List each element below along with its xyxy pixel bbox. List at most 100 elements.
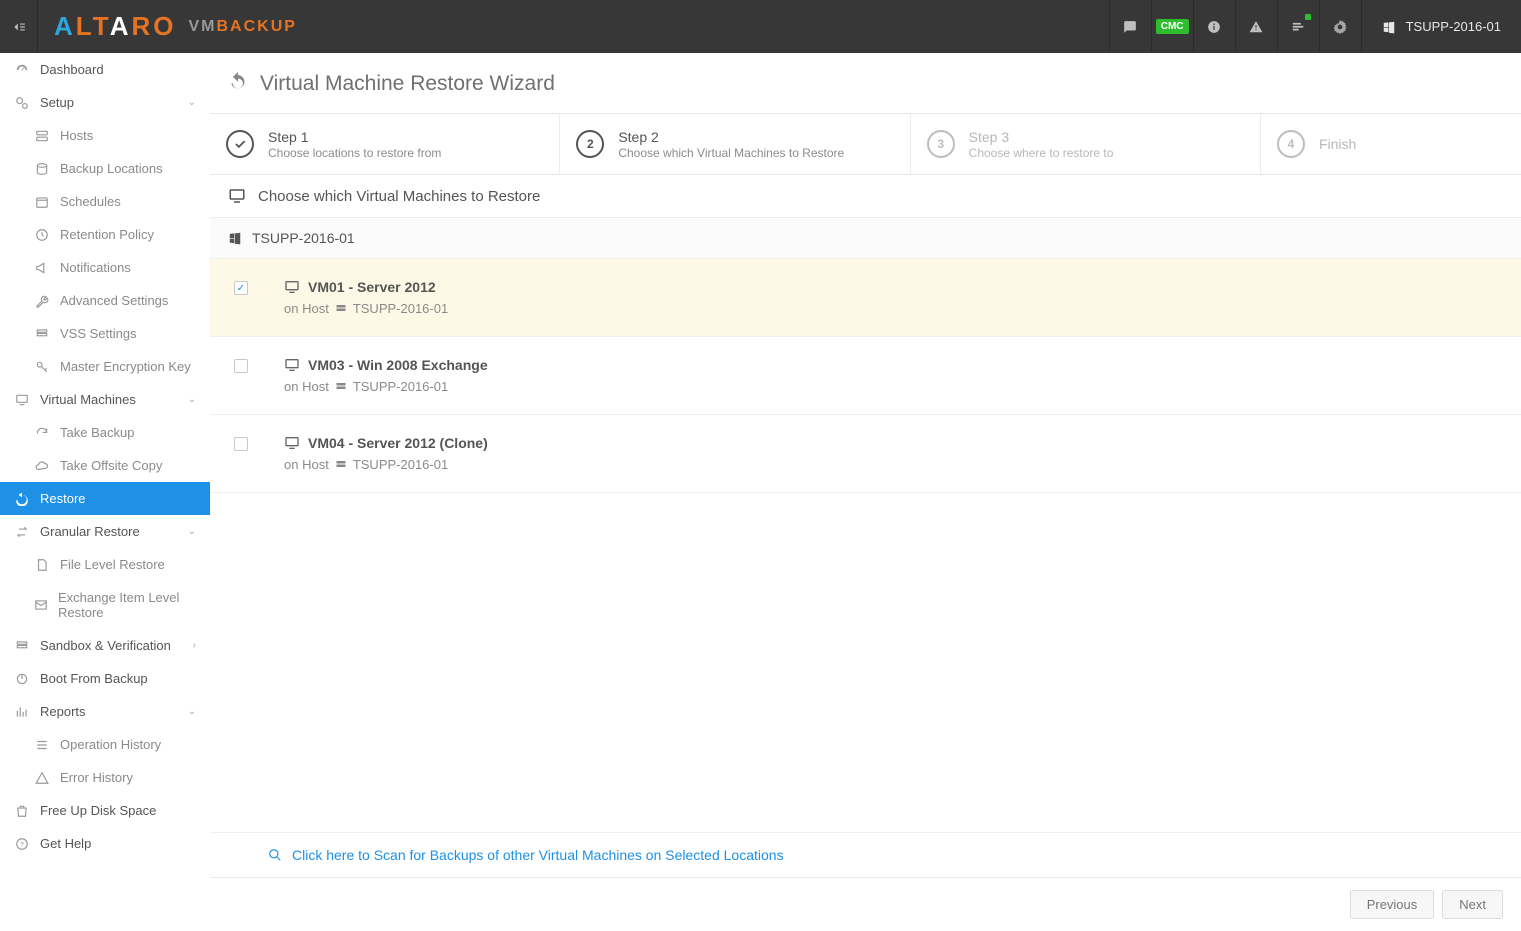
- sidebar-item-label: Granular Restore: [40, 524, 140, 539]
- sidebar-item-label: Restore: [40, 491, 86, 506]
- chart-icon: [14, 705, 30, 719]
- top-bar: ALTARO VMBACKUP CMC TSUPP-2016-01: [0, 0, 1521, 53]
- brand-backup-text: BACKUP: [216, 18, 296, 36]
- gears-icon: [14, 96, 30, 110]
- sidebar-item-label: Schedules: [60, 194, 121, 209]
- sidebar-item-boot-from-backup[interactable]: Boot From Backup: [0, 662, 210, 695]
- main-content: Virtual Machine Restore Wizard Step 1 Ch…: [210, 53, 1521, 931]
- megaphone-icon: [34, 261, 50, 275]
- wizard-step-1[interactable]: Step 1 Choose locations to restore from: [210, 114, 560, 174]
- sidebar-toggle[interactable]: [0, 0, 38, 53]
- sidebar-item-retention[interactable]: Retention Policy: [0, 218, 210, 251]
- vm-row[interactable]: ✓ VM01 - Server 2012 on Host TSUPP-2016-…: [210, 259, 1521, 337]
- sidebar-item-label: Free Up Disk Space: [40, 803, 156, 818]
- monitor-icon: [284, 357, 300, 373]
- sidebar-item-take-backup[interactable]: Take Backup: [0, 416, 210, 449]
- sidebar-item-reports[interactable]: Reports ⌄: [0, 695, 210, 728]
- wizard-step-2[interactable]: 2 Step 2 Choose which Virtual Machines t…: [560, 114, 910, 174]
- scan-backups-link[interactable]: Click here to Scan for Backups of other …: [210, 832, 1521, 877]
- vm-host-text: TSUPP-2016-01: [353, 379, 448, 394]
- next-button[interactable]: Next: [1442, 890, 1503, 919]
- sidebar-item-free-up[interactable]: Free Up Disk Space: [0, 794, 210, 827]
- warning-icon: [34, 771, 50, 785]
- sidebar-item-advanced[interactable]: Advanced Settings: [0, 284, 210, 317]
- vm-list: ✓ VM01 - Server 2012 on Host TSUPP-2016-…: [210, 259, 1521, 832]
- trash-icon: [14, 804, 30, 818]
- vm-row[interactable]: VM04 - Server 2012 (Clone) on Host TSUPP…: [210, 415, 1521, 493]
- sidebar-item-virtual-machines[interactable]: Virtual Machines ⌄: [0, 383, 210, 416]
- sidebar-item-label: Boot From Backup: [40, 671, 148, 686]
- sidebar-item-label: Take Backup: [60, 425, 134, 440]
- warning-icon: [1249, 20, 1263, 34]
- header-info-button[interactable]: [1193, 0, 1235, 53]
- vm-row[interactable]: VM03 - Win 2008 Exchange on Host TSUPP-2…: [210, 337, 1521, 415]
- sidebar-item-label: Virtual Machines: [40, 392, 136, 407]
- host-group-name: TSUPP-2016-01: [252, 230, 355, 246]
- gears-icon: [1333, 20, 1347, 34]
- sidebar-item-operation-history[interactable]: Operation History: [0, 728, 210, 761]
- sidebar-item-schedules[interactable]: Schedules: [0, 185, 210, 218]
- refresh-icon: [34, 426, 50, 440]
- sidebar-item-backup-locations[interactable]: Backup Locations: [0, 152, 210, 185]
- wizard-step-4[interactable]: 4 Finish: [1261, 114, 1521, 174]
- vm-name-text: VM01 - Server 2012: [308, 279, 436, 295]
- cloud-icon: [34, 459, 50, 473]
- vm-host-text: TSUPP-2016-01: [353, 301, 448, 316]
- sidebar-item-sandbox[interactable]: Sandbox & Verification ›: [0, 629, 210, 662]
- undo-icon: [228, 71, 248, 97]
- sidebar-item-restore[interactable]: Restore: [0, 482, 210, 515]
- sidebar-item-file-level-restore[interactable]: File Level Restore: [0, 548, 210, 581]
- sidebar-item-granular-restore[interactable]: Granular Restore ⌄: [0, 515, 210, 548]
- vm-checkbox[interactable]: ✓: [234, 281, 248, 295]
- on-host-label: on Host: [284, 379, 329, 394]
- header-cmc-button[interactable]: CMC: [1151, 0, 1193, 53]
- sidebar-item-exchange-restore[interactable]: Exchange Item Level Restore: [0, 581, 210, 629]
- sidebar-item-setup[interactable]: Setup ⌄: [0, 86, 210, 119]
- sidebar-item-label: Dashboard: [40, 62, 104, 77]
- monitor-icon: [14, 393, 30, 407]
- section-subtitle: Choose which Virtual Machines to Restore: [210, 175, 1521, 218]
- sidebar-item-take-offsite[interactable]: Take Offsite Copy: [0, 449, 210, 482]
- vm-checkbox[interactable]: [234, 359, 248, 373]
- sidebar-item-label: Exchange Item Level Restore: [58, 590, 196, 620]
- header-server-tab[interactable]: TSUPP-2016-01: [1361, 0, 1521, 53]
- calendar-icon: [34, 195, 50, 209]
- sidebar-item-label: Retention Policy: [60, 227, 154, 242]
- brand-vm-text: VM: [188, 18, 216, 36]
- svg-text:?: ?: [20, 841, 24, 848]
- header-chat-button[interactable]: [1109, 0, 1151, 53]
- cmc-badge: CMC: [1156, 19, 1189, 34]
- header-alert-button[interactable]: [1235, 0, 1277, 53]
- chevron-down-icon: ⌄: [188, 706, 196, 717]
- wizard-step-3[interactable]: 3 Step 3 Choose where to restore to: [911, 114, 1261, 174]
- header-tasks-button[interactable]: [1277, 0, 1319, 53]
- sidebar-item-dashboard[interactable]: Dashboard: [0, 53, 210, 86]
- windows-icon: [228, 231, 242, 245]
- sidebar-item-label: Master Encryption Key: [60, 359, 191, 374]
- server-icon: [335, 459, 347, 471]
- step-subtitle: Choose which Virtual Machines to Restore: [618, 146, 844, 160]
- undo-icon: [14, 492, 30, 506]
- sidebar-item-notifications[interactable]: Notifications: [0, 251, 210, 284]
- header-settings-button[interactable]: [1319, 0, 1361, 53]
- sidebar-item-hosts[interactable]: Hosts: [0, 119, 210, 152]
- stack-icon: [34, 327, 50, 341]
- sidebar-item-get-help[interactable]: ? Get Help: [0, 827, 210, 860]
- dashboard-icon: [14, 63, 30, 77]
- vm-checkbox[interactable]: [234, 437, 248, 451]
- search-icon: [268, 848, 282, 862]
- step-subtitle: Choose locations to restore from: [268, 146, 441, 160]
- step-title: Step 3: [969, 128, 1114, 146]
- wizard-footer: Previous Next: [210, 877, 1521, 931]
- previous-button[interactable]: Previous: [1350, 890, 1435, 919]
- check-icon: [226, 130, 254, 158]
- chevron-right-icon: ›: [193, 640, 196, 651]
- shield-icon: [14, 639, 30, 653]
- sidebar-item-error-history[interactable]: Error History: [0, 761, 210, 794]
- monitor-icon: [228, 187, 246, 205]
- scan-link-text: Click here to Scan for Backups of other …: [292, 847, 784, 863]
- sidebar-item-label: Sandbox & Verification: [40, 638, 171, 653]
- tasks-icon: [1291, 20, 1305, 34]
- sidebar-item-encryption[interactable]: Master Encryption Key: [0, 350, 210, 383]
- sidebar-item-vss[interactable]: VSS Settings: [0, 317, 210, 350]
